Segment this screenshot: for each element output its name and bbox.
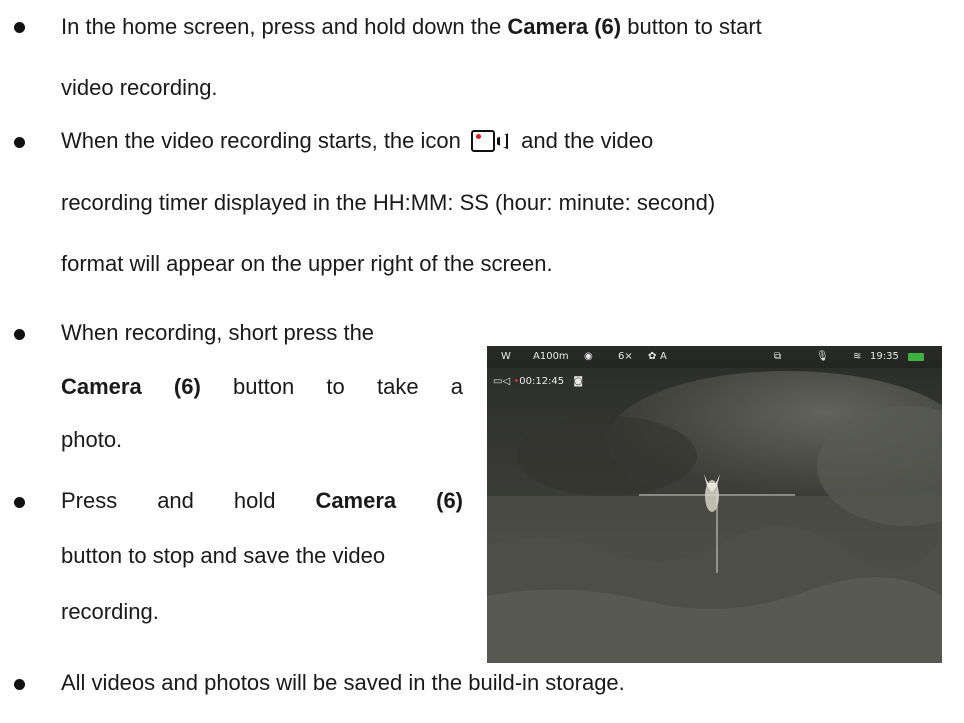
bold-text: Camera (6) [315,488,464,513]
wifi-icon: ≋ [853,351,862,362]
bullet-3-line-1: When recording, short press the [61,320,375,345]
bullet-2-line-2: recording timer displayed in the HH:MM: … [61,190,716,215]
text: In the home screen, press and hold down … [61,14,508,39]
bullet-2-line-3: format will appear on the upper right of… [61,251,553,276]
video-record-icon [471,130,511,154]
camera-icon: ◙ [573,376,584,387]
bullet-dot [14,137,25,148]
screen-icon: ⧉ [774,351,782,362]
recording-indicator: ▭◁ •00:12:45 ◙ [493,376,583,387]
text: and the video [521,128,654,153]
bold-text: Camera (6) [507,14,622,39]
device-status-bar: W A100m ◉ 6× ✿ A ⧉ 🎙 ≋ 19:35 [487,346,942,368]
thermal-device-screenshot: W A100m ◉ 6× ✿ A ⧉ 🎙 ≋ 19:35 ▭◁ •00:12:4… [487,346,942,663]
battery-icon [908,353,924,361]
range-label: A100m [533,351,569,362]
calibration-icon: ✿ [648,351,657,362]
bullet-2-line-1: When the video recording starts, the ico… [61,128,653,154]
bold-text: Camera (6) [61,374,201,399]
eye-icon: ◉ [584,351,593,362]
bullet-4-line-1: Press and hold Camera (6) [61,488,463,514]
bullet-3-line-3: photo. [61,427,123,452]
microphone-icon: 🎙 [816,351,829,362]
thermal-scene [487,346,942,663]
bullet-dot [14,679,25,690]
bullet-dot [14,497,25,508]
bullet-3-line-2: Camera (6) button to take a [61,374,463,400]
bullet-1-line-1: In the home screen, press and hold down … [61,14,762,40]
bullet-1-line-2: video recording. [61,75,218,100]
text: When the video recording starts, the ico… [61,128,461,153]
bullet-5-line-1: All videos and photos will be saved in t… [61,670,625,695]
calibration-label: A [660,351,667,362]
bullet-dot [14,329,25,340]
bullet-4-line-3: recording. [61,599,159,624]
text: Press and hold [61,488,316,513]
video-icon: ▭◁ [493,376,511,387]
mode-label: W [501,351,511,362]
zoom-label: 6× [618,351,633,362]
time-label: 19:35 [870,351,899,362]
text: button to take a [233,374,464,399]
text: button to start [621,14,762,39]
bullet-4-line-2: button to stop and save the video [61,543,386,568]
bullet-dot [14,22,25,33]
recording-timer: 00:12:45 [519,376,565,387]
